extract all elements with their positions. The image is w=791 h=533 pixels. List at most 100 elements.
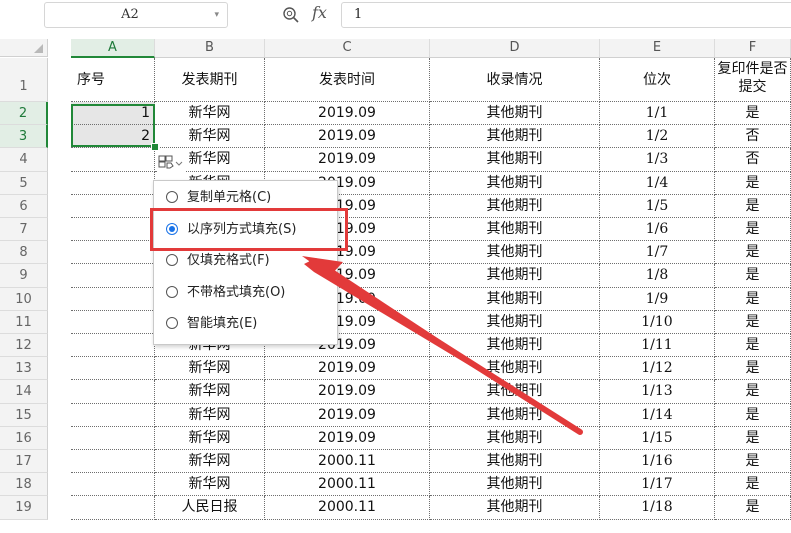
- table-cell[interactable]: 1/13: [600, 380, 715, 404]
- table-cell[interactable]: 是: [715, 380, 791, 404]
- table-cell[interactable]: 否: [715, 148, 791, 172]
- table-cell[interactable]: 其他期刊: [430, 380, 600, 404]
- table-cell[interactable]: 1/17: [600, 473, 715, 497]
- table-cell[interactable]: 是: [715, 357, 791, 381]
- autofill-option-5[interactable]: 智能填充(E): [154, 309, 337, 339]
- table-cell[interactable]: 新华网: [155, 403, 265, 427]
- table-cell[interactable]: 其他期刊: [430, 171, 600, 195]
- table-cell[interactable]: 2000.11: [265, 450, 430, 474]
- row-header[interactable]: 2: [0, 102, 48, 126]
- header-cell[interactable]: 发表时间: [265, 58, 430, 102]
- table-cell[interactable]: 1/7: [600, 241, 715, 265]
- table-cell[interactable]: [71, 287, 155, 311]
- row-header[interactable]: 18: [0, 473, 48, 497]
- table-cell[interactable]: 新华网: [155, 473, 265, 497]
- column-header-b[interactable]: B: [155, 39, 265, 58]
- table-cell[interactable]: 其他期刊: [430, 310, 600, 334]
- table-cell[interactable]: [71, 496, 155, 520]
- row-header[interactable]: 5: [0, 171, 48, 195]
- table-cell[interactable]: 新华网: [155, 450, 265, 474]
- table-cell[interactable]: 2019.09: [265, 125, 430, 149]
- table-cell[interactable]: 其他期刊: [430, 241, 600, 265]
- fill-handle[interactable]: [151, 143, 159, 151]
- table-cell[interactable]: 是: [715, 496, 791, 520]
- column-header-a[interactable]: A: [71, 39, 155, 58]
- table-cell[interactable]: 其他期刊: [430, 125, 600, 149]
- radio-button-icon[interactable]: [166, 254, 178, 267]
- header-cell[interactable]: 收录情况: [430, 58, 600, 102]
- table-cell[interactable]: 是: [715, 310, 791, 334]
- table-cell[interactable]: 否: [715, 125, 791, 149]
- table-cell[interactable]: 新华网: [155, 125, 265, 149]
- table-cell[interactable]: 2000.11: [265, 496, 430, 520]
- header-cell[interactable]: 序号: [71, 58, 155, 102]
- table-cell[interactable]: 其他期刊: [430, 496, 600, 520]
- table-cell[interactable]: 1/6: [600, 218, 715, 242]
- table-cell[interactable]: 2019.09: [265, 426, 430, 450]
- table-cell[interactable]: 是: [715, 334, 791, 358]
- row-header[interactable]: 7: [0, 218, 48, 242]
- table-cell[interactable]: 2019.09: [265, 102, 430, 126]
- table-cell[interactable]: 其他期刊: [430, 473, 600, 497]
- table-cell[interactable]: 1/4: [600, 171, 715, 195]
- table-cell[interactable]: 1/8: [600, 264, 715, 288]
- table-cell[interactable]: 1/10: [600, 310, 715, 334]
- table-cell[interactable]: 其他期刊: [430, 148, 600, 172]
- table-cell[interactable]: 是: [715, 218, 791, 242]
- column-header-f[interactable]: F: [715, 39, 791, 58]
- table-cell[interactable]: 新华网: [155, 380, 265, 404]
- table-cell[interactable]: 新华网: [155, 357, 265, 381]
- row-header[interactable]: 15: [0, 403, 48, 427]
- autofill-option-4[interactable]: 不带格式填充(O): [154, 278, 337, 308]
- table-cell[interactable]: [71, 148, 155, 172]
- table-cell[interactable]: 其他期刊: [430, 194, 600, 218]
- table-cell[interactable]: 1/3: [600, 148, 715, 172]
- table-cell[interactable]: 是: [715, 473, 791, 497]
- row-header[interactable]: 19: [0, 496, 48, 520]
- table-cell[interactable]: 其他期刊: [430, 403, 600, 427]
- table-cell[interactable]: 是: [715, 287, 791, 311]
- table-cell[interactable]: 1/18: [600, 496, 715, 520]
- table-cell[interactable]: 其他期刊: [430, 426, 600, 450]
- table-cell[interactable]: 1/12: [600, 357, 715, 381]
- table-cell[interactable]: [71, 357, 155, 381]
- table-cell[interactable]: 是: [715, 403, 791, 427]
- table-cell[interactable]: 是: [715, 194, 791, 218]
- table-cell[interactable]: 1/2: [600, 125, 715, 149]
- table-cell[interactable]: 新华网: [155, 102, 265, 126]
- row-header[interactable]: 14: [0, 380, 48, 404]
- table-cell[interactable]: 是: [715, 102, 791, 126]
- table-cell[interactable]: 其他期刊: [430, 287, 600, 311]
- row-header[interactable]: 1: [0, 58, 48, 102]
- radio-button-icon[interactable]: [166, 285, 178, 298]
- column-header-d[interactable]: D: [430, 39, 600, 58]
- table-cell[interactable]: 其他期刊: [430, 102, 600, 126]
- header-cell[interactable]: 发表期刊: [155, 58, 265, 102]
- table-cell[interactable]: 其他期刊: [430, 450, 600, 474]
- table-cell[interactable]: 2019.09: [265, 403, 430, 427]
- table-cell[interactable]: 新华网: [155, 426, 265, 450]
- row-header[interactable]: 12: [0, 334, 48, 358]
- table-cell[interactable]: 1/11: [600, 334, 715, 358]
- table-cell[interactable]: [71, 380, 155, 404]
- table-cell[interactable]: [71, 403, 155, 427]
- table-cell[interactable]: [71, 241, 155, 265]
- table-cell[interactable]: 是: [715, 426, 791, 450]
- table-cell[interactable]: 2000.11: [265, 473, 430, 497]
- table-cell[interactable]: [71, 426, 155, 450]
- table-cell[interactable]: 其他期刊: [430, 264, 600, 288]
- radio-button-icon[interactable]: [166, 191, 178, 203]
- row-header[interactable]: 9: [0, 264, 48, 288]
- table-cell[interactable]: 是: [715, 450, 791, 474]
- table-cell[interactable]: 1/9: [600, 287, 715, 311]
- row-header[interactable]: 11: [0, 310, 48, 334]
- column-header-c[interactable]: C: [265, 39, 430, 58]
- table-cell[interactable]: 人民日报: [155, 496, 265, 520]
- table-cell[interactable]: [71, 334, 155, 358]
- row-header[interactable]: 10: [0, 287, 48, 311]
- row-header[interactable]: 17: [0, 450, 48, 474]
- radio-button-icon[interactable]: [166, 317, 178, 330]
- table-cell[interactable]: 2019.09: [265, 148, 430, 172]
- table-cell[interactable]: 是: [715, 171, 791, 195]
- table-cell[interactable]: 1/16: [600, 450, 715, 474]
